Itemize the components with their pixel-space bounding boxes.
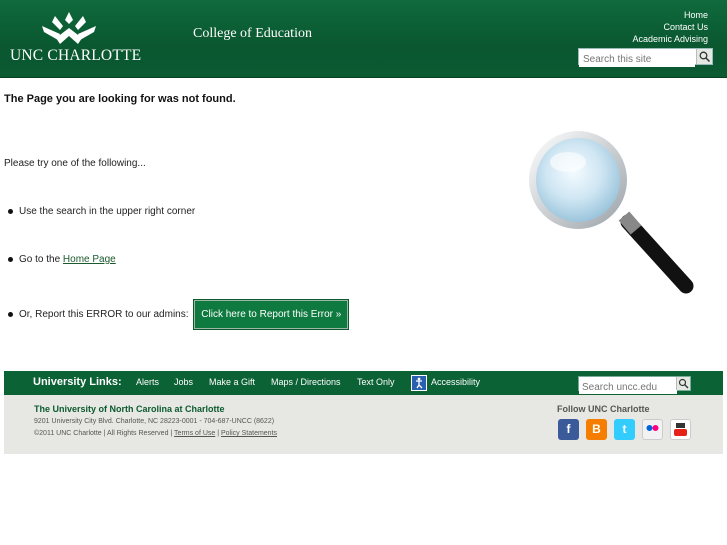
- text-only-link[interactable]: Text Only: [357, 377, 395, 387]
- site-search-input[interactable]: [579, 52, 695, 67]
- home-link[interactable]: Home: [632, 9, 708, 21]
- accessibility-icon[interactable]: [411, 375, 427, 391]
- facebook-icon[interactable]: f: [558, 419, 579, 440]
- maps-directions-link[interactable]: Maps / Directions: [271, 377, 341, 387]
- college-title[interactable]: College of Education: [193, 26, 312, 42]
- utility-links: Home Contact Us Academic Advising: [632, 9, 708, 45]
- list-item: Or, Report this ERROR to our admins: Cli…: [8, 299, 350, 330]
- list-item: Use the search in the upper right corner: [8, 206, 195, 217]
- site-header: UNC CHARLOTTE College of Education Home …: [0, 0, 727, 78]
- university-name[interactable]: The University of North Carolina at Char…: [34, 404, 225, 414]
- page-title: The Page you are looking for was not fou…: [4, 93, 236, 105]
- policy-statements-link[interactable]: Policy Statements: [221, 430, 277, 437]
- unc-charlotte-logo[interactable]: UNC CHARLOTTE: [10, 10, 142, 65]
- home-page-link[interactable]: Home Page: [63, 254, 116, 265]
- follow-title: Follow UNC Charlotte: [557, 404, 650, 414]
- university-address: 9201 University City Blvd. Charlotte, NC…: [34, 418, 275, 425]
- bullet: [8, 256, 13, 262]
- logo-text: UNC CHARLOTTE: [10, 47, 142, 64]
- copyright: ©2011 UNC Charlotte | All Rights Reserve…: [34, 430, 277, 437]
- crown-logo-icon: [42, 12, 96, 44]
- footer-info: The University of North Carolina at Char…: [4, 395, 723, 454]
- make-a-gift-link[interactable]: Make a Gift: [209, 377, 255, 387]
- jobs-link[interactable]: Jobs: [174, 377, 193, 387]
- blogger-icon[interactable]: B: [586, 419, 607, 440]
- report-error-button[interactable]: Click here to Report this Error »: [193, 299, 350, 330]
- list-item: Go to the Home Page: [8, 254, 116, 265]
- option-search-text: Use the search in the upper right corner: [19, 206, 196, 217]
- intro-text: Please try one of the following...: [4, 158, 146, 169]
- option-home-prefix: Go to the: [19, 254, 63, 265]
- uncc-search-box: [578, 376, 691, 394]
- search-icon: [678, 378, 689, 389]
- magnifying-glass-icon: [529, 131, 694, 294]
- flickr-icon[interactable]: [642, 419, 663, 440]
- terms-of-use-link[interactable]: Terms of Use: [174, 430, 215, 437]
- site-search-button[interactable]: [696, 49, 712, 64]
- uncc-search-button[interactable]: [676, 377, 690, 390]
- uncc-search-input[interactable]: [579, 381, 677, 394]
- alerts-link[interactable]: Alerts: [136, 377, 159, 387]
- university-links-title: University Links:: [33, 376, 122, 388]
- copyright-text: ©2011 UNC Charlotte | All Rights Reserve…: [34, 430, 175, 437]
- bullet: [8, 208, 13, 214]
- youtube-icon[interactable]: [670, 419, 691, 440]
- twitter-icon[interactable]: t: [614, 419, 635, 440]
- search-icon: [699, 51, 711, 63]
- academic-advising-link[interactable]: Academic Advising: [632, 33, 708, 45]
- contact-us-link[interactable]: Contact Us: [632, 21, 708, 33]
- bullet: [8, 312, 13, 317]
- university-links-bar: University Links: Alerts Jobs Make a Gif…: [4, 371, 723, 395]
- site-search-box: [578, 48, 713, 67]
- option-report-prefix: Or, Report this ERROR to our admins:: [19, 309, 189, 321]
- accessibility-link[interactable]: Accessibility: [431, 377, 480, 387]
